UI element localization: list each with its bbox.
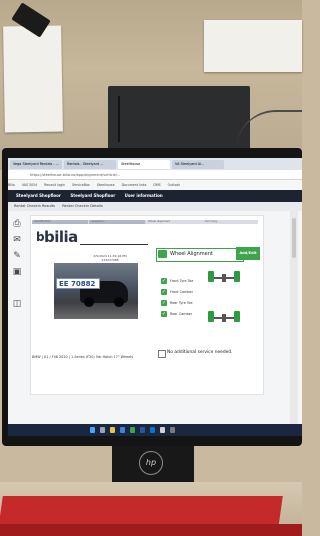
bookmark-item[interactable]: VAS 5054 bbox=[22, 183, 37, 187]
scrollbar-thumb[interactable] bbox=[292, 218, 296, 258]
checkbox-checked-icon[interactable]: ✓ bbox=[161, 311, 167, 317]
browser-tab[interactable]: Vega Steelyard Rentals - ... bbox=[10, 160, 62, 169]
bookmark-item[interactable]: Bilia bbox=[8, 183, 15, 187]
red-object-shadow bbox=[0, 524, 302, 536]
trash-icon[interactable]: ◫ bbox=[11, 299, 23, 309]
add-service-button[interactable]: Add/Edit bbox=[236, 247, 260, 260]
bookmark-item[interactable]: Steelhouse bbox=[97, 183, 115, 187]
wall-paper-note-left bbox=[3, 25, 63, 133]
bilia-logo: bilia bbox=[44, 228, 78, 246]
camera-icon[interactable]: ▣ bbox=[11, 267, 23, 277]
chrome-icon[interactable] bbox=[130, 427, 135, 433]
vehicle-description: BMW | X1 / F48 2020 | 1-Series (F20) 5dr… bbox=[32, 355, 133, 359]
app-icon[interactable] bbox=[160, 427, 165, 433]
print-icon[interactable]: ⎙ bbox=[11, 219, 23, 229]
step: Wheel alignment bbox=[148, 220, 171, 223]
bookmark-item[interactable]: Document links bbox=[122, 183, 147, 187]
license-plate: EE 70882 bbox=[56, 278, 100, 289]
check-label: Rear Tyre Toe bbox=[170, 301, 193, 305]
wall-paper-note-right bbox=[204, 20, 302, 72]
address-bar[interactable]: https://steelhouse.bilia.no/app/alignmen… bbox=[8, 170, 302, 180]
check-label: Front Camber bbox=[170, 290, 194, 294]
checkbox-checked-icon[interactable]: ✓ bbox=[161, 289, 167, 295]
service-select-value: Wheel Alignment bbox=[170, 251, 213, 257]
app-nav-item[interactable]: Steelyard Shopfloor bbox=[70, 193, 115, 198]
meta-id: 123237988 bbox=[101, 258, 119, 262]
front-axle-diagram-icon bbox=[204, 264, 244, 294]
rear-axle-diagram-icon bbox=[204, 304, 244, 334]
app-icon[interactable] bbox=[170, 427, 175, 433]
bookmark-item[interactable]: Outlook bbox=[168, 183, 180, 187]
edge-icon[interactable] bbox=[120, 427, 125, 433]
car-wheel bbox=[84, 297, 94, 307]
tool-column: ⎙ ✉ ✎ ▣ ◫ bbox=[8, 211, 26, 436]
checkbox-checked-icon[interactable]: ✓ bbox=[161, 300, 167, 306]
app-nav-item[interactable]: User information bbox=[125, 193, 163, 198]
bookmark-item[interactable]: ServiceBox bbox=[72, 183, 90, 187]
word-icon[interactable] bbox=[140, 427, 145, 433]
browser-tab-bar: Vega Steelyard Rentals - ... Rentals - S… bbox=[8, 158, 302, 170]
vehicle-meta: 2/5/2024 11:32:16 PM 123237988 bbox=[82, 254, 138, 262]
start-icon[interactable] bbox=[90, 427, 95, 433]
vehicle-photo[interactable] bbox=[54, 263, 138, 319]
equipment-box-seam bbox=[118, 96, 120, 142]
breadcrumb-item[interactable]: Rental Checkin Details bbox=[62, 204, 103, 208]
hp-logo: hp bbox=[139, 451, 163, 475]
check-label: Rear Camber bbox=[170, 312, 193, 316]
browser-tab[interactable]: VA Steelyard Al... bbox=[172, 160, 224, 169]
app-nav-item[interactable]: Steelyard Shopfloor bbox=[16, 193, 61, 198]
breadcrumb: Rental Checkin Results Rental Checkin De… bbox=[8, 202, 302, 211]
step: Inspection bbox=[89, 220, 145, 224]
progress-steps: Identification Inspection Wheel alignmen… bbox=[32, 220, 258, 224]
app-nav-bar: Steelyard Shopfloor Steelyard Shopfloor … bbox=[8, 190, 302, 202]
car-wheel bbox=[114, 297, 124, 307]
check-label: Front Tyre Toe bbox=[170, 279, 194, 283]
monitor-screen: Vega Steelyard Rentals - ... Rentals - S… bbox=[8, 158, 302, 436]
step: Summary bbox=[205, 220, 218, 223]
mail-icon[interactable]: ✉ bbox=[11, 235, 23, 245]
folder-icon[interactable] bbox=[110, 427, 115, 433]
step: Identification bbox=[32, 220, 88, 224]
browser-tab-active[interactable]: SteelHouse bbox=[118, 160, 170, 169]
windows-taskbar bbox=[8, 424, 302, 436]
equipment-box bbox=[108, 86, 250, 150]
bookmark-item[interactable]: Renault login bbox=[44, 183, 65, 187]
no-service-label: No additional service needed. bbox=[167, 350, 233, 355]
browser-tab[interactable]: Rentals - Steelyard ... bbox=[64, 160, 116, 169]
no-service-checkbox[interactable] bbox=[158, 350, 166, 358]
service-icon bbox=[158, 250, 167, 258]
brand-underline bbox=[80, 244, 148, 245]
breadcrumb-item[interactable]: Rental Checkin Results bbox=[14, 204, 55, 208]
bookmark-item[interactable]: DMS bbox=[153, 183, 160, 187]
outlook-icon[interactable] bbox=[150, 427, 155, 433]
checkbox-checked-icon[interactable]: ✓ bbox=[161, 278, 167, 284]
search-icon[interactable] bbox=[100, 427, 105, 433]
pen-icon[interactable]: ✎ bbox=[11, 251, 23, 261]
